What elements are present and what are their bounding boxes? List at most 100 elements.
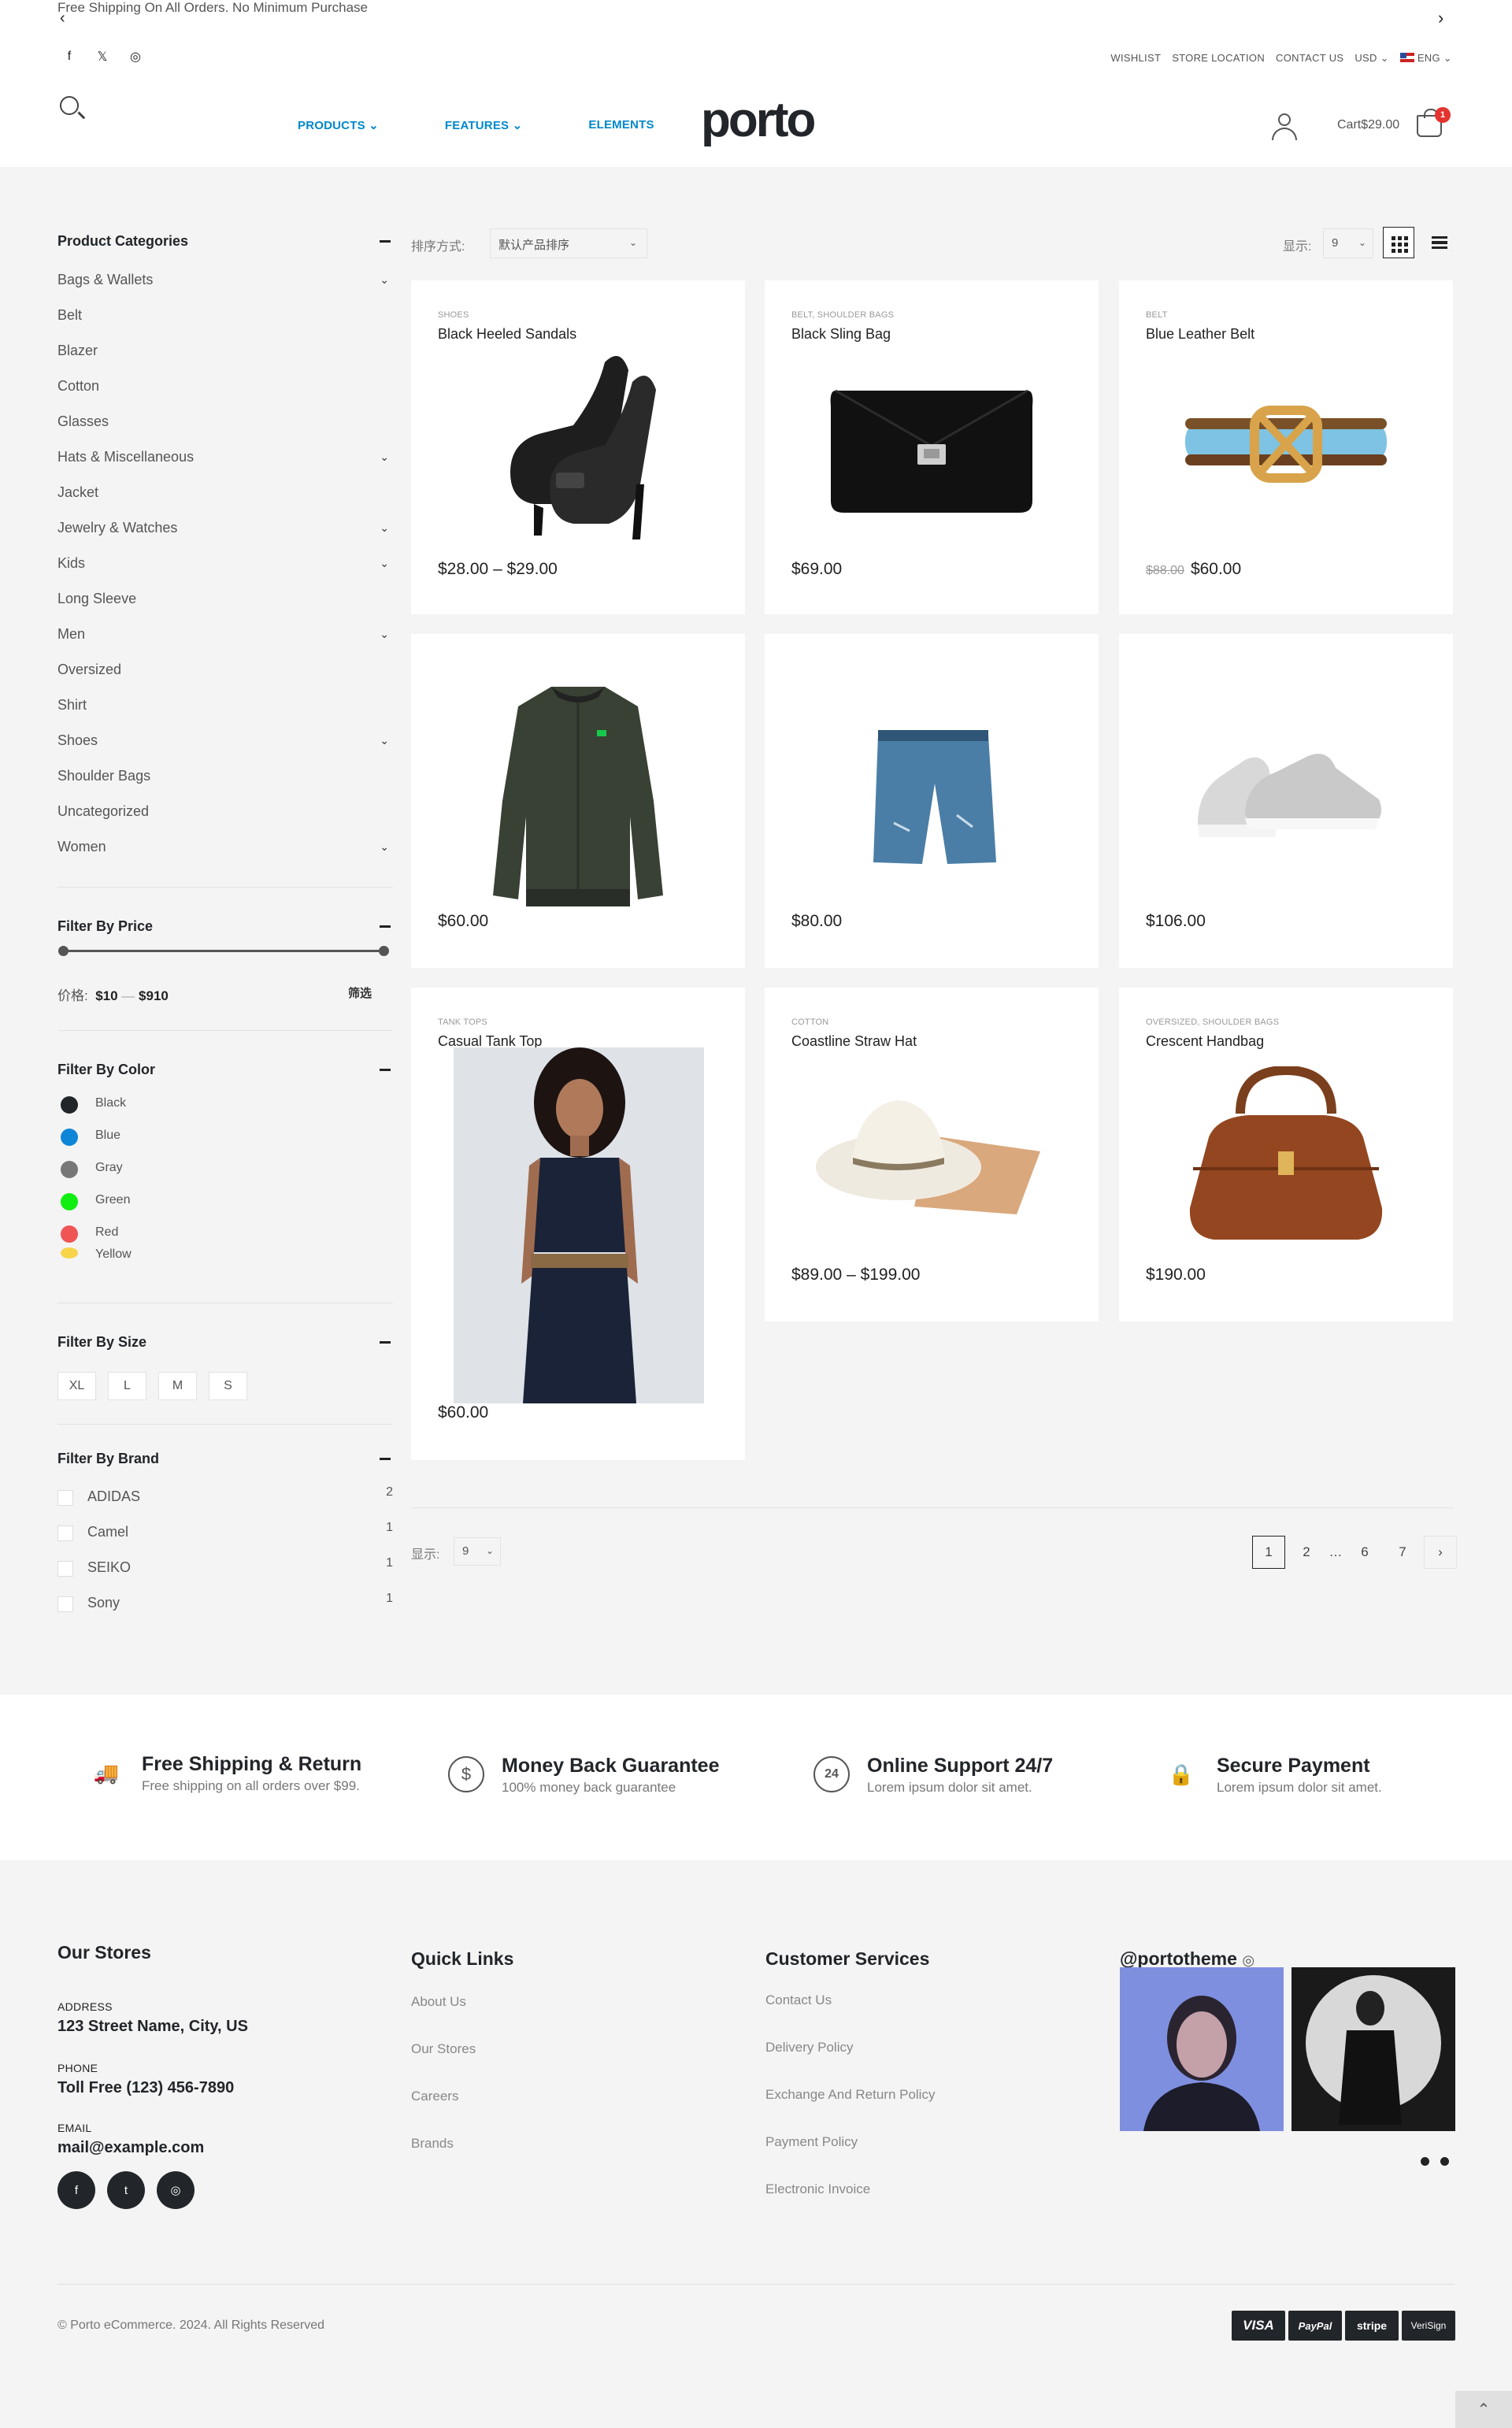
product-image[interactable] [487, 347, 676, 543]
price-collapse-icon[interactable] [380, 925, 391, 928]
category-item[interactable]: Cotton [57, 378, 393, 413]
product-category[interactable]: COTTON [791, 1018, 828, 1027]
product-card[interactable]: OVERSIZED, SHOULDER BAGS Crescent Handba… [1119, 988, 1453, 1321]
page-link[interactable]: 1 [1252, 1536, 1285, 1569]
per-page-select[interactable]: 9 ⌄ [454, 1537, 501, 1566]
account-icon[interactable] [1271, 113, 1298, 140]
product-image[interactable] [1185, 1066, 1387, 1252]
site-logo[interactable]: porto [701, 93, 816, 148]
grid-view-icon[interactable] [1383, 227, 1414, 258]
brand-option[interactable]: Sony 1 [57, 1592, 393, 1630]
currency-switcher[interactable]: USD ⌄ [1354, 52, 1388, 65]
footer-link[interactable]: Payment Policy [765, 2134, 858, 2150]
nav-features[interactable]: FEATURES ⌄ [445, 118, 522, 132]
promo-next-icon[interactable]: › [1438, 8, 1443, 28]
category-item[interactable]: Blazer [57, 343, 393, 378]
category-item[interactable]: Uncategorized [57, 803, 393, 839]
product-card[interactable]: BELT Blue Leather Belt $88.00 $60.00 [1119, 280, 1453, 614]
footer-link[interactable]: Delivery Policy [765, 2040, 853, 2055]
size-option[interactable]: L [108, 1372, 146, 1400]
list-view-icon[interactable] [1424, 227, 1455, 258]
product-category[interactable]: OVERSIZED, SHOULDER BAGS [1146, 1018, 1279, 1027]
facebook-icon[interactable]: f [60, 47, 79, 66]
product-name[interactable]: Blue Leather Belt [1146, 326, 1254, 343]
footer-link[interactable]: Our Stores [411, 2041, 476, 2057]
store-location-link[interactable]: STORE LOCATION [1172, 52, 1265, 65]
category-item[interactable]: Oversized [57, 662, 393, 697]
brand-checkbox[interactable] [57, 1490, 73, 1506]
phone-value[interactable]: Toll Free (123) 456-7890 [57, 2079, 234, 2097]
chevron-down-icon[interactable]: ⌄ [380, 557, 389, 570]
chevron-down-icon[interactable]: ⌄ [380, 273, 389, 287]
category-item[interactable]: Long Sleeve [57, 591, 393, 626]
twitter-icon[interactable]: t [107, 2171, 145, 2209]
product-card[interactable]: $80.00 [765, 634, 1099, 968]
promo-prev-icon[interactable]: ‹ [60, 9, 65, 28]
product-card[interactable]: SHOES Black Heeled Sandals $28.00 – $29.… [411, 280, 745, 614]
footer-link[interactable]: Exchange And Return Policy [765, 2087, 935, 2103]
product-category[interactable]: TANK TOPS [438, 1018, 487, 1027]
category-item[interactable]: Men ⌄ [57, 626, 393, 662]
page-link[interactable]: 7 [1386, 1536, 1419, 1569]
sort-select[interactable]: 默认产品排序 ⌄ [490, 228, 647, 258]
cart-link[interactable]: Cart$29.00 [1337, 118, 1399, 132]
chevron-down-icon[interactable]: ⌄ [380, 521, 389, 535]
product-card[interactable]: $60.00 [411, 634, 745, 968]
product-category[interactable]: SHOES [438, 310, 469, 320]
category-item[interactable]: Kids ⌄ [57, 555, 393, 591]
nav-elements[interactable]: ELEMENTS [588, 118, 654, 132]
product-image[interactable] [862, 728, 1004, 870]
carousel-dot[interactable] [1421, 2157, 1429, 2166]
size-collapse-icon[interactable] [380, 1341, 391, 1344]
brand-checkbox[interactable] [57, 1596, 73, 1612]
per-page-select[interactable]: 9 ⌄ [1323, 228, 1373, 258]
category-item[interactable]: Belt [57, 307, 393, 343]
category-item[interactable]: Hats & Miscellaneous ⌄ [57, 449, 393, 484]
contact-us-link[interactable]: CONTACT US [1276, 52, 1343, 65]
x-twitter-icon[interactable]: 𝕏 [93, 47, 112, 66]
category-item[interactable]: Jewelry & Watches ⌄ [57, 520, 393, 555]
page-link[interactable]: 6 [1348, 1536, 1381, 1569]
product-card[interactable]: BELT, SHOULDER BAGS Black Sling Bag $69.… [765, 280, 1099, 614]
product-category[interactable]: BELT [1146, 310, 1168, 320]
price-max-handle[interactable] [379, 946, 389, 956]
brand-checkbox[interactable] [57, 1561, 73, 1577]
brand-option[interactable]: SEIKO 1 [57, 1556, 393, 1595]
product-image[interactable] [829, 383, 1034, 517]
product-card[interactable]: $106.00 [1119, 634, 1453, 968]
instagram-photo[interactable] [1120, 1967, 1284, 2131]
chevron-down-icon[interactable]: ⌄ [380, 628, 389, 641]
category-item[interactable]: Shoulder Bags [57, 768, 393, 803]
size-option[interactable]: S [209, 1372, 247, 1400]
instagram-photo[interactable] [1292, 1967, 1455, 2131]
footer-link[interactable]: Brands [411, 2136, 454, 2152]
chevron-down-icon[interactable]: ⌄ [380, 840, 389, 854]
footer-link[interactable]: Contact Us [765, 1992, 832, 2008]
product-image[interactable] [1182, 402, 1390, 489]
size-option[interactable]: M [158, 1372, 197, 1400]
next-page-icon[interactable]: › [1424, 1536, 1457, 1569]
price-min-handle[interactable] [58, 946, 69, 956]
product-name[interactable]: Crescent Handbag [1146, 1033, 1264, 1050]
product-card[interactable]: TANK TOPS Casual Tank Top $60.00 [411, 988, 745, 1460]
nav-products[interactable]: PRODUCTS ⌄ [298, 118, 379, 132]
price-filter-button[interactable]: 筛选 [348, 984, 372, 1001]
color-option[interactable]: Yellow [61, 1247, 132, 1280]
chevron-down-icon[interactable]: ⌄ [380, 450, 389, 464]
brand-option[interactable]: ADIDAS 2 [57, 1485, 393, 1524]
price-range-slider[interactable] [58, 946, 389, 956]
category-item[interactable]: Women ⌄ [57, 839, 393, 874]
brand-option[interactable]: Camel 1 [57, 1521, 393, 1559]
color-option[interactable]: Gray [61, 1161, 132, 1193]
product-image[interactable] [454, 1047, 704, 1403]
color-option[interactable]: Blue [61, 1129, 132, 1161]
category-item[interactable]: Shoes ⌄ [57, 732, 393, 768]
category-item[interactable]: Jacket [57, 484, 393, 520]
language-switcher[interactable]: ENG ⌄ [1399, 52, 1452, 65]
brand-collapse-icon[interactable] [380, 1458, 391, 1460]
color-collapse-icon[interactable] [380, 1069, 391, 1071]
email-value[interactable]: mail@example.com [57, 2139, 204, 2157]
category-item[interactable]: Glasses [57, 413, 393, 449]
chevron-down-icon[interactable]: ⌄ [380, 734, 389, 747]
instagram-icon[interactable]: ◎ [126, 47, 145, 66]
